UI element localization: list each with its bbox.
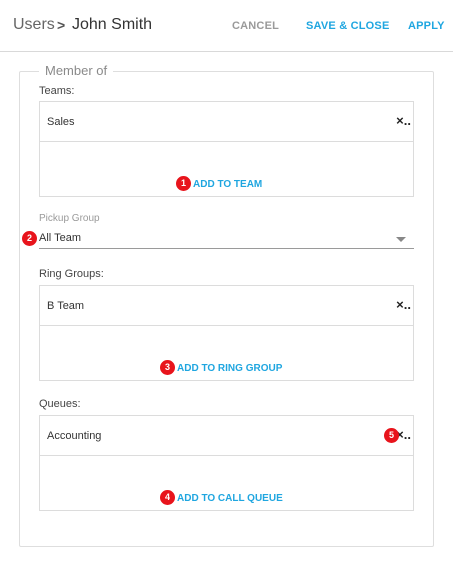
callout-badge: 3 xyxy=(160,360,175,375)
remove-ring-group-icon[interactable]: ×.. xyxy=(396,297,411,312)
save-and-close-button[interactable]: SAVE & CLOSE xyxy=(306,20,390,32)
queue-name: Accounting xyxy=(47,430,102,442)
add-to-call-queue-button[interactable]: ADD TO CALL QUEUE xyxy=(177,493,283,504)
ring-group-name: B Team xyxy=(47,300,85,312)
callout-badge: 5 xyxy=(384,428,399,443)
list-item: Accounting ×.. xyxy=(40,416,413,456)
add-to-ring-group-button[interactable]: ADD TO RING GROUP xyxy=(177,363,282,374)
breadcrumb-users-link[interactable]: Users xyxy=(13,16,55,34)
breadcrumb-separator: > xyxy=(57,17,66,33)
teams-label: Teams: xyxy=(39,85,75,97)
pickup-group-label: Pickup Group xyxy=(39,213,100,224)
queues-label: Queues: xyxy=(39,398,81,410)
member-of-legend: Member of xyxy=(39,63,114,78)
list-item: Sales ×.. xyxy=(40,102,413,142)
list-item: B Team ×.. xyxy=(40,286,413,326)
page-title: John Smith xyxy=(72,16,153,33)
chevron-down-icon xyxy=(396,237,406,242)
cancel-button[interactable]: CANCEL xyxy=(232,20,279,32)
add-to-team-button[interactable]: ADD TO TEAM xyxy=(193,179,262,190)
pickup-group-select[interactable]: All Team xyxy=(39,229,414,249)
callout-badge: 1 xyxy=(176,176,191,191)
apply-button[interactable]: APPLY xyxy=(408,20,445,32)
team-name: Sales xyxy=(47,116,75,128)
pickup-group-value: All Team xyxy=(39,232,81,244)
page-header: Users > John Smith CANCEL SAVE & CLOSE A… xyxy=(0,0,453,52)
callout-badge: 2 xyxy=(22,231,37,246)
ring-groups-label: Ring Groups: xyxy=(39,268,104,280)
callout-badge: 4 xyxy=(160,490,175,505)
remove-team-icon[interactable]: ×.. xyxy=(396,113,411,128)
